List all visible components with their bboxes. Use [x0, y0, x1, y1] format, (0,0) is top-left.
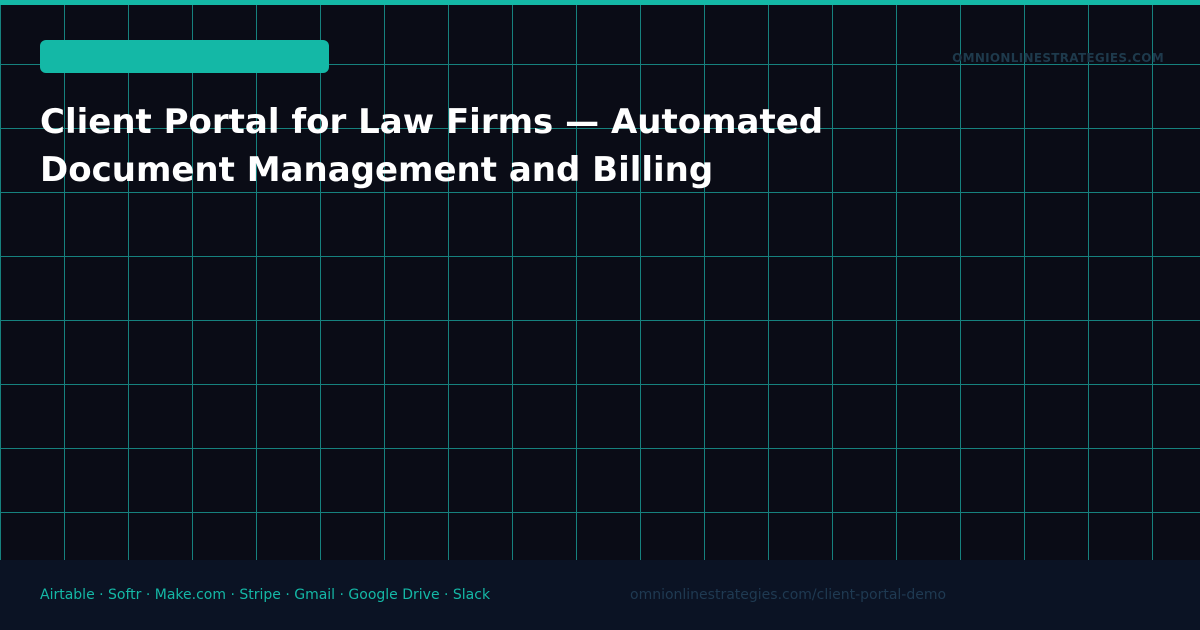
footer-bar: Airtable · Softr · Make.com · Stripe · G… — [0, 560, 1200, 630]
accent-pill-badge — [40, 40, 329, 73]
background-grid-overlay — [0, 0, 1200, 560]
title-line-1: Client Portal for Law Firms — Automated — [40, 102, 824, 142]
title-line-2: Document Management and Billing — [40, 150, 714, 190]
site-domain: OMNIONLINESTRATEGIES.COM — [952, 51, 1164, 65]
top-accent-bar — [0, 0, 1200, 5]
demo-url[interactable]: omnionlinestrategies.com/client-portal-d… — [630, 587, 946, 603]
tech-stack-list: Airtable · Softr · Make.com · Stripe · G… — [40, 587, 491, 603]
page-title: Client Portal for Law Firms — Automated … — [40, 98, 940, 194]
